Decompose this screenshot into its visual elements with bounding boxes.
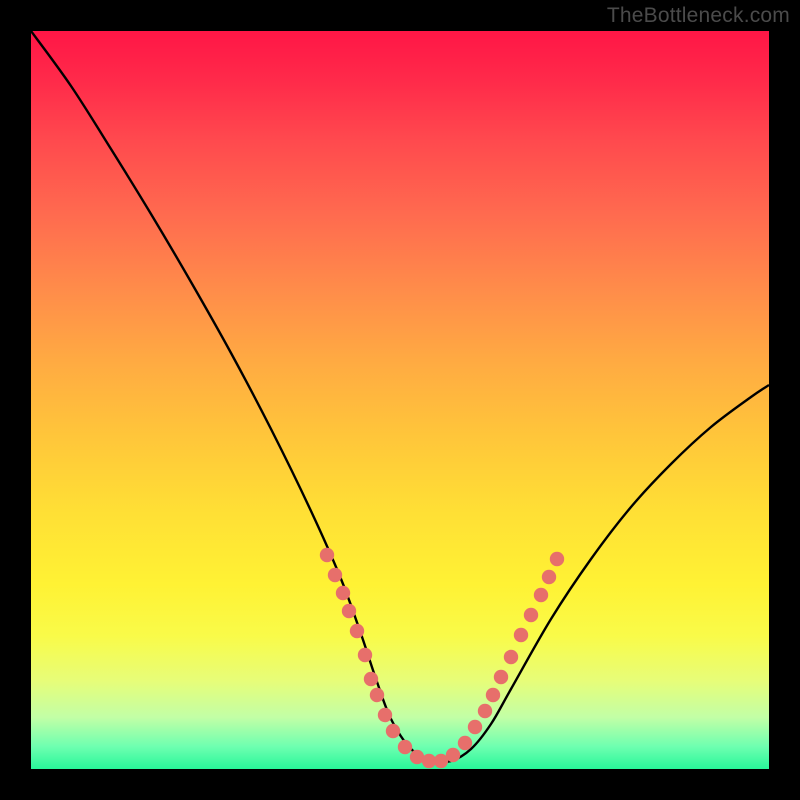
chart-frame bbox=[31, 31, 769, 769]
chart-svg bbox=[31, 31, 769, 769]
curve-marker bbox=[468, 720, 482, 734]
curve-marker bbox=[364, 672, 378, 686]
curve-marker bbox=[504, 650, 518, 664]
curve-marker bbox=[370, 688, 384, 702]
bottleneck-curve bbox=[31, 31, 769, 763]
curve-marker bbox=[542, 570, 556, 584]
curve-marker bbox=[446, 748, 460, 762]
curve-marker bbox=[320, 548, 334, 562]
curve-marker bbox=[358, 648, 372, 662]
curve-marker bbox=[550, 552, 564, 566]
curve-marker bbox=[328, 568, 342, 582]
curve-marker bbox=[336, 586, 350, 600]
curve-marker bbox=[534, 588, 548, 602]
curve-marker bbox=[342, 604, 356, 618]
curve-marker bbox=[478, 704, 492, 718]
curve-marker bbox=[458, 736, 472, 750]
curve-marker bbox=[386, 724, 400, 738]
curve-marker bbox=[514, 628, 528, 642]
curve-marker bbox=[350, 624, 364, 638]
curve-marker bbox=[486, 688, 500, 702]
curve-marker bbox=[524, 608, 538, 622]
curve-marker bbox=[378, 708, 392, 722]
curve-marker bbox=[398, 740, 412, 754]
curve-marker bbox=[494, 670, 508, 684]
watermark-text: TheBottleneck.com bbox=[607, 4, 790, 28]
